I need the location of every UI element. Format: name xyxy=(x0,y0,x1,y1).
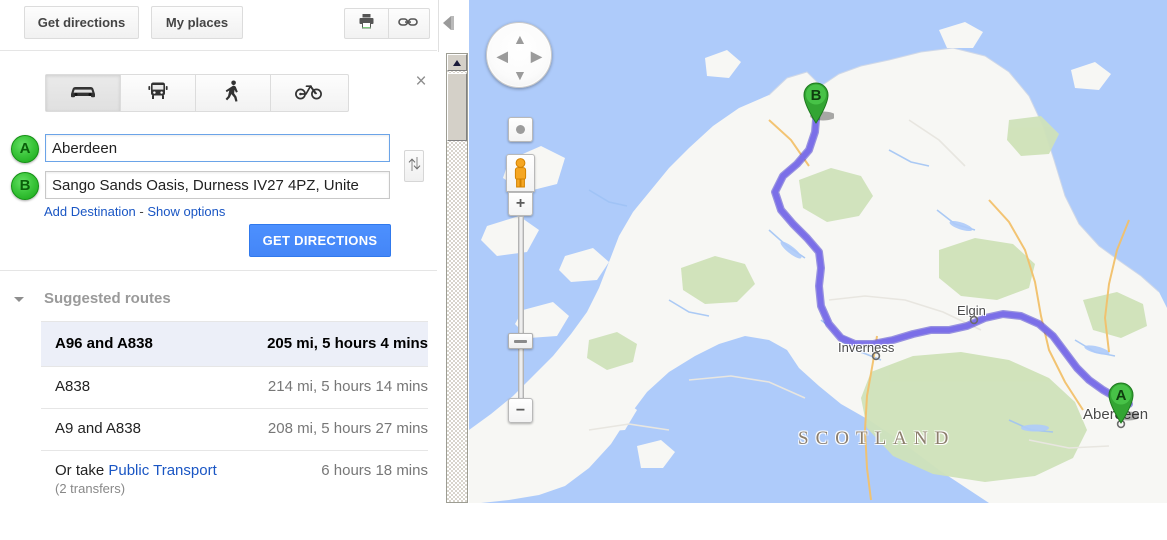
get-directions-submit-button[interactable]: GET DIRECTIONS xyxy=(249,224,391,257)
google-maps-directions-screen: Get directions My places × A Aberdeen B … xyxy=(0,0,1167,540)
directions-panel: Get directions My places × A Aberdeen B … xyxy=(0,0,437,540)
recenter-button[interactable] xyxy=(508,117,533,142)
car-icon xyxy=(69,83,97,104)
get-directions-tab-button[interactable]: Get directions xyxy=(24,6,139,39)
collapse-bar xyxy=(451,16,454,30)
transit-summary: 6 hours 18 mins xyxy=(321,462,428,479)
travel-mode-tabs xyxy=(45,74,349,112)
street-view-pegman-button[interactable] xyxy=(506,154,535,192)
origin-input[interactable] xyxy=(45,134,390,162)
route-option-row[interactable]: A838 214 mi, 5 hours 14 mins xyxy=(41,366,428,408)
plus-icon: + xyxy=(515,195,526,212)
pan-control[interactable]: ▲ ▼ ◀ ▶ xyxy=(486,22,552,88)
pan-right-arrow-icon[interactable]: ▶ xyxy=(531,49,542,63)
add-destination-link[interactable]: Add Destination xyxy=(44,204,136,219)
route-option-row[interactable]: A96 and A838 205 mi, 5 hours 4 mins xyxy=(41,321,428,366)
triangle-up-icon xyxy=(453,60,461,66)
public-transport-link[interactable]: Public Transport xyxy=(108,462,216,479)
marker-letter-b: B xyxy=(811,87,822,104)
pedestrian-icon xyxy=(225,80,241,107)
link-button[interactable] xyxy=(387,9,429,38)
my-places-button[interactable]: My places xyxy=(151,6,243,39)
collapse-panel-control[interactable] xyxy=(438,0,457,52)
zoom-slider-handle[interactable] xyxy=(508,333,533,349)
pan-left-arrow-icon[interactable]: ◀ xyxy=(497,49,508,63)
bus-icon xyxy=(147,81,169,106)
panel-toolbar: Get directions My places xyxy=(0,0,437,51)
route-summary: 205 mi, 5 hours 4 mins xyxy=(267,335,428,352)
destination-marker[interactable]: B xyxy=(800,78,834,124)
map-tiles xyxy=(469,0,1167,503)
route-summary: 208 mi, 5 hours 27 mins xyxy=(267,420,428,437)
suggested-routes-heading: Suggested routes xyxy=(44,290,171,307)
scrollbar-up-button[interactable] xyxy=(447,54,467,71)
transit-transfers: (2 transfers) xyxy=(55,481,126,496)
destination-input[interactable] xyxy=(45,171,390,199)
mode-walking-tab[interactable] xyxy=(196,75,271,111)
origin-marker[interactable]: A xyxy=(1105,378,1139,424)
panel-divider xyxy=(0,270,437,271)
links-separator: - xyxy=(135,204,148,219)
close-panel-button[interactable]: × xyxy=(411,72,431,92)
public-transport-row[interactable]: Or take Public Transport 6 hours 18 mins… xyxy=(41,450,428,498)
minus-icon: − xyxy=(515,401,526,419)
marker-letter-a: A xyxy=(1116,387,1127,404)
route-option-row[interactable]: A9 and A838 208 mi, 5 hours 27 mins xyxy=(41,408,428,450)
mode-transit-tab[interactable] xyxy=(121,75,196,111)
route-name: A96 and A838 xyxy=(55,335,153,352)
transit-option-label: Or take Public Transport xyxy=(55,462,217,479)
show-options-link[interactable]: Show options xyxy=(147,204,225,219)
zoom-in-button[interactable]: + xyxy=(508,192,533,216)
chevron-left-icon[interactable] xyxy=(443,16,451,30)
form-links: Add Destination - Show options xyxy=(44,204,225,219)
zoom-slider-track[interactable] xyxy=(518,216,524,400)
link-icon xyxy=(398,15,418,33)
bicycle-icon xyxy=(294,81,324,106)
chevron-down-icon[interactable] xyxy=(14,297,24,302)
transit-prefix: Or take xyxy=(55,462,109,479)
slider-grip-icon xyxy=(514,340,527,343)
route-name: A9 and A838 xyxy=(55,420,141,437)
toolbar-divider xyxy=(0,50,437,51)
origin-badge: A xyxy=(11,135,39,163)
mode-bicycling-tab[interactable] xyxy=(271,75,346,111)
swap-arrows-icon xyxy=(408,156,421,177)
print-button[interactable] xyxy=(345,9,387,38)
swap-endpoints-button[interactable] xyxy=(404,150,424,182)
toolbar-icon-separator xyxy=(388,9,389,38)
recenter-dot-icon xyxy=(516,125,525,134)
route-summary: 214 mi, 5 hours 14 mins xyxy=(267,378,428,395)
scrollbar-thumb[interactable] xyxy=(447,73,467,141)
map-canvas[interactable]: Inverness Elgin Aberdeen SCOTLAND B A xyxy=(469,0,1167,503)
suggested-routes-list: A96 and A838 205 mi, 5 hours 4 mins A838… xyxy=(41,321,428,498)
mode-driving-tab[interactable] xyxy=(46,75,121,111)
pan-down-arrow-icon[interactable]: ▼ xyxy=(513,68,527,82)
pan-up-arrow-icon[interactable]: ▲ xyxy=(513,32,527,46)
toolbar-icon-group xyxy=(344,8,430,39)
route-name: A838 xyxy=(55,378,91,395)
printer-icon xyxy=(358,13,375,34)
zoom-out-button[interactable]: − xyxy=(508,398,533,423)
destination-badge: B xyxy=(11,172,39,200)
